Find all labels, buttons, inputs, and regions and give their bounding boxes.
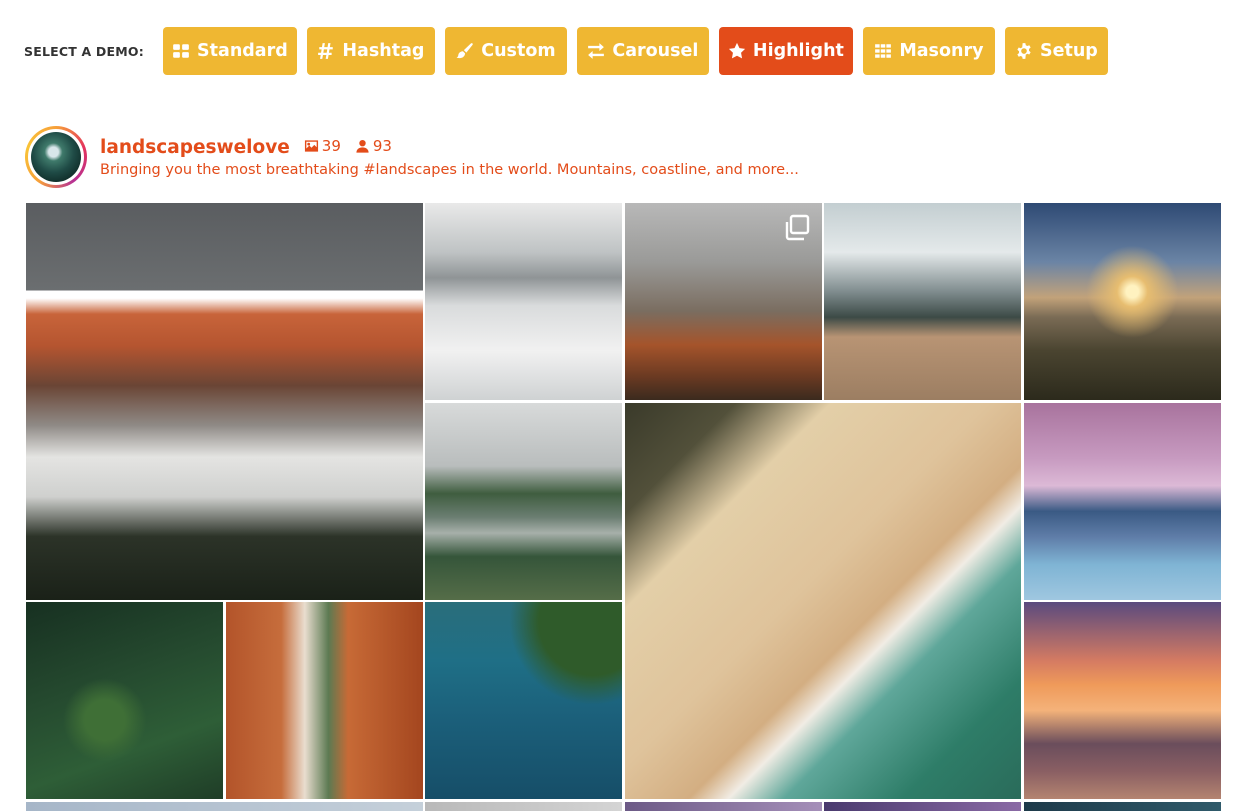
paintbrush-icon [456,42,474,60]
gear-icon [1015,42,1033,60]
profile-username[interactable]: landscapeswelove [100,137,290,158]
feed-post[interactable] [1024,602,1221,799]
image-icon [304,139,318,152]
feed-post-large[interactable] [26,203,423,600]
profile-bio: Bringing you the most breathtaking #land… [100,161,799,178]
feed-post[interactable] [824,203,1021,400]
demo-button-label: Masonry [899,41,984,61]
profile-header: landscapeswelove 39 93 Bringing you the … [25,126,799,188]
feed-post[interactable] [625,203,822,400]
feed-post[interactable] [425,802,622,811]
user-icon [356,139,369,153]
demo-button-highlight[interactable]: Highlight [718,27,853,75]
demo-button-setup[interactable]: Setup [1004,27,1108,75]
star-icon [728,42,746,60]
posts-count: 39 [304,137,341,155]
demo-button-label: Hashtag [342,41,425,61]
demo-button-custom[interactable]: Custom [444,27,567,75]
posts-count-value: 39 [321,136,341,155]
demo-button-hashtag[interactable]: Hashtag [306,27,435,75]
demo-button-label: Carousel [612,41,699,61]
followers-count-value: 93 [372,136,392,155]
avatar-image [31,132,81,182]
demo-button-masonry[interactable]: Masonry [862,27,995,75]
hashtag-icon [317,42,335,60]
feed-post[interactable] [26,602,223,799]
demo-selector-label: SELECT A DEMO: [24,43,144,59]
feed-post[interactable] [226,602,423,799]
feed-post[interactable] [425,203,622,400]
th-icon [874,42,892,60]
demo-button-label: Custom [481,41,556,61]
demo-button-carousel[interactable]: Carousel [576,27,709,75]
avatar[interactable] [25,126,87,188]
feed-post[interactable] [1024,203,1221,400]
grid-icon [172,42,190,60]
feed-post[interactable] [26,802,423,811]
feed-post-large[interactable] [625,403,1021,799]
feed-post[interactable] [425,602,622,799]
feed-post[interactable] [1024,403,1221,600]
feed-post[interactable] [425,403,622,600]
demo-selector: SELECT A DEMO: Standard Hashtag Custom C… [24,27,1118,75]
feed-post[interactable] [625,802,822,811]
demo-button-label: Standard [197,41,288,61]
profile-info: landscapeswelove 39 93 Bringing you the … [100,137,799,178]
demo-button-label: Highlight [752,41,844,61]
exchange-icon [587,42,605,60]
demo-button-standard[interactable]: Standard [162,27,297,75]
demo-button-label: Setup [1040,41,1098,61]
carousel-icon [782,213,812,243]
feed-post[interactable] [1024,802,1221,811]
feed-post[interactable] [824,802,1021,811]
followers-count: 93 [355,137,392,155]
